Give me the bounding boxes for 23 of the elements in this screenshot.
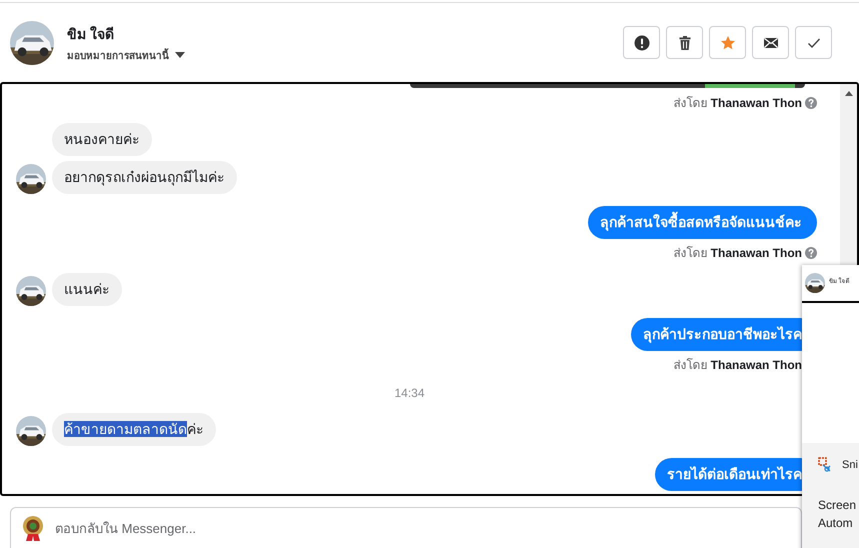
popup-text: Autom: [818, 515, 854, 532]
message-bubble: ค้าขายดามตลาดนัดค่ะ: [52, 413, 216, 446]
help-icon: [805, 97, 817, 109]
scroll-up-icon: [844, 91, 852, 96]
sender-label: ส่งโดย Thanawan Thon: [673, 95, 802, 111]
sender-label: ส่งโดย Thanawan Thon: [673, 357, 802, 373]
sender-label: ส่งโดย Thanawan Thon: [673, 245, 802, 261]
help-icon: [805, 247, 817, 259]
action-button[interactable]: [623, 26, 660, 59]
reply-field[interactable]: ตอบกลับใน Messenger...: [10, 507, 802, 548]
action-button[interactable]: [666, 26, 703, 59]
popup-text: Screen: [818, 497, 858, 514]
message-bubble: หนองคายค่ะ: [52, 123, 152, 156]
timestamp: 14:34: [394, 385, 425, 401]
app-name: Sni: [842, 458, 858, 470]
message-bubble: แนนค่ะ: [52, 273, 122, 306]
message-bubble: อยากดุรถเก๋งผ่อนถุกมีไมค่ะ: [52, 161, 237, 194]
caret-icon: [175, 52, 185, 58]
contact-name: ขิม ใจดี: [67, 24, 115, 44]
badge-icon: [21, 515, 45, 541]
action-button[interactable]: [752, 26, 789, 59]
assign-dropdown[interactable]: มอบหมายการสนทนานี้: [67, 48, 185, 62]
message-bubble: ลุกค้าสนใจซื้อสดหรือจัดแนนช์คะ: [588, 206, 817, 239]
